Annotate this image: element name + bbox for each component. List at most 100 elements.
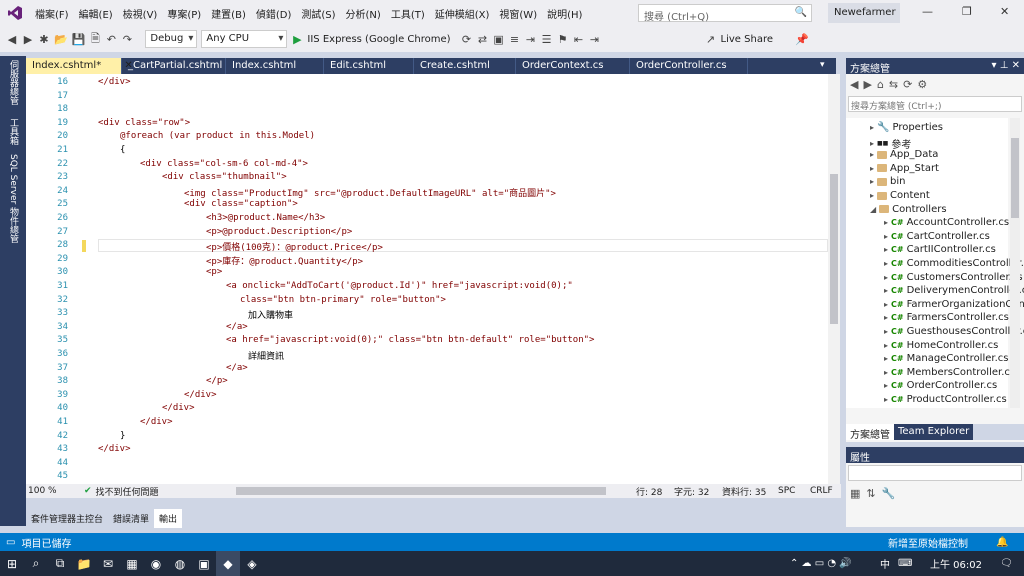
task-view-icon[interactable]: ⧉ [48, 551, 72, 576]
menu-help[interactable]: 說明(H) [547, 6, 582, 21]
tab-index[interactable]: Index.cshtml [226, 58, 324, 74]
refresh-icon[interactable]: ⟳ [903, 78, 912, 91]
properties-object-dropdown[interactable] [848, 465, 1022, 481]
menu-file[interactable]: 檔案(F) [35, 6, 69, 21]
live-share-icon[interactable]: ↗ [705, 33, 717, 46]
expand-arrow-icon[interactable]: ▸ [884, 395, 888, 404]
tab-ordercontext[interactable]: OrderContext.cs [516, 58, 630, 74]
back-icon[interactable]: ◀ [6, 33, 18, 46]
expand-arrow-icon[interactable]: ▸ [870, 139, 874, 148]
undo-icon[interactable]: ↶ [105, 33, 117, 46]
source-control-button[interactable]: 新增至原始檔控制 [888, 535, 968, 550]
live-share-button[interactable]: Live Share [721, 34, 773, 45]
menu-test[interactable]: 測試(S) [301, 6, 335, 21]
menu-tools[interactable]: 工具(T) [391, 6, 425, 21]
tree-item[interactable]: ▸ C# MembersController.cs [884, 367, 1015, 378]
tab-team-explorer[interactable]: Team Explorer [894, 424, 974, 440]
tree-item[interactable]: ▸ 🔧 Properties [870, 122, 943, 133]
sql-explorer-tab[interactable]: SQL Server 物件總管 [7, 154, 20, 243]
line-ending[interactable]: CRLF [810, 486, 833, 496]
scroll-thumb[interactable] [830, 174, 838, 324]
restore-icon[interactable]: ❐ [962, 5, 972, 18]
platform-dropdown[interactable]: Any CPU [201, 30, 288, 48]
issues-text[interactable]: 找不到任何問題 [96, 485, 159, 498]
expand-arrow-icon[interactable]: ▸ [870, 150, 874, 159]
expand-arrow-icon[interactable]: ▸ [870, 177, 874, 186]
categorized-icon[interactable]: ▦ [850, 487, 860, 500]
tree-item[interactable]: ▸ C# HomeController.cs [884, 340, 998, 351]
new-project-icon[interactable]: ✱ [38, 33, 50, 46]
horizontal-scrollbar[interactable] [236, 487, 606, 495]
back-icon[interactable]: ◀ [850, 78, 858, 91]
save-icon[interactable]: 💾 [72, 33, 86, 46]
tab-index-active[interactable]: Index.cshtml* ✕ [26, 58, 133, 74]
close-icon[interactable]: ✕ [1000, 5, 1009, 18]
tab-error-list[interactable]: 錯誤清單 [108, 509, 154, 528]
chrome-icon[interactable]: ◍ [168, 551, 192, 576]
panel-close-icon[interactable]: ▾ ⊥ ✕ [992, 60, 1020, 71]
forward-icon[interactable]: ▶ [863, 78, 871, 91]
expand-arrow-icon[interactable]: ▸ [884, 313, 888, 322]
config-dropdown[interactable]: Debug [145, 30, 198, 48]
filter-icon[interactable]: ⚙ [917, 78, 927, 91]
align-icon[interactable]: ≡ [509, 33, 521, 46]
tree-item[interactable]: ▸ C# ManageController.cs [884, 353, 1008, 364]
expand-arrow-icon[interactable]: ▸ [884, 245, 888, 254]
editor-scrollbar[interactable] [828, 74, 840, 484]
file-explorer-icon[interactable]: 📁 [72, 551, 96, 576]
expand-arrow-icon[interactable]: ▸ [884, 354, 888, 363]
sync-icon[interactable]: ⇆ [889, 78, 898, 91]
expand-arrow-icon[interactable]: ▸ [884, 341, 888, 350]
expand-arrow-icon[interactable]: ▸ [870, 164, 874, 173]
python-icon[interactable]: ◈ [240, 551, 264, 576]
tray-icons[interactable]: ⌃ ☁ ▭ ◔ 🔊 [790, 558, 852, 569]
spacing-mode[interactable]: SPC [778, 486, 795, 496]
tree-item[interactable]: ▸ C# CommoditiesController.cs [884, 258, 1024, 269]
save-all-icon[interactable]: 🗎 [89, 30, 101, 49]
run-button[interactable]: IIS Express (Google Chrome) [307, 34, 450, 45]
expand-arrow-icon[interactable]: ▸ [884, 232, 888, 241]
toolbox-tab[interactable]: 工具箱 [7, 118, 20, 145]
search-icon[interactable]: ⌕ [24, 551, 48, 576]
mail-icon[interactable]: ✉ [96, 551, 120, 576]
tree-item[interactable]: ▸ Content [870, 190, 930, 201]
edge-icon[interactable]: ◉ [144, 551, 168, 576]
tab-solution-explorer[interactable]: 方案總管 [846, 424, 894, 441]
tree-scroll-thumb[interactable] [1011, 138, 1019, 218]
input-language[interactable]: 中 [880, 556, 890, 571]
tab-cartpartial[interactable]: _CartPartial.cshtml [122, 58, 226, 74]
tree-item[interactable]: ▸ App_Data [870, 149, 938, 160]
expand-arrow-icon[interactable]: ▸ [870, 191, 874, 200]
tab-edit[interactable]: Edit.cshtml [324, 58, 414, 74]
bookmark-prev-icon[interactable]: ⇤ [573, 33, 585, 46]
forward-icon[interactable]: ▶ [22, 33, 34, 46]
expanded-arrow-icon[interactable]: ◢ [870, 205, 876, 214]
tree-item[interactable]: ▸ C# CartIIController.cs [884, 244, 996, 255]
menu-edit[interactable]: 編輯(E) [79, 6, 113, 21]
notification-icon[interactable]: 🔔 [996, 537, 1008, 548]
indent-icon[interactable]: ⇥ [525, 33, 537, 46]
windows-start-icon[interactable]: ⊞ [0, 551, 24, 576]
expand-arrow-icon[interactable]: ▸ [870, 123, 874, 132]
play-icon[interactable]: ▶ [291, 33, 303, 46]
bookmark-next-icon[interactable]: ⇥ [589, 33, 601, 46]
minimize-icon[interactable]: — [922, 5, 933, 18]
alphabetical-icon[interactable]: ⇅ [866, 487, 875, 500]
browser-link-icon[interactable]: ⇄ [477, 33, 489, 46]
app-icon[interactable]: ▣ [192, 551, 216, 576]
vs-logo-icon[interactable] [0, 0, 30, 26]
menu-project[interactable]: 專案(P) [167, 6, 201, 21]
tree-item[interactable]: ▸ C# OrderController.cs [884, 380, 997, 391]
tab-ordercontroller[interactable]: OrderController.cs [630, 58, 748, 74]
tree-item[interactable]: ▸C#FarmerOrganizationController.cs [884, 299, 1024, 310]
open-icon[interactable]: 📂 [54, 33, 68, 46]
redo-icon[interactable]: ↷ [121, 33, 133, 46]
clock[interactable]: 上午 06:02 [930, 556, 982, 571]
tab-create[interactable]: Create.cshtml [414, 58, 516, 74]
expand-arrow-icon[interactable]: ▸ [884, 381, 888, 390]
tree-item[interactable]: ▸ bin [870, 176, 905, 187]
menu-window[interactable]: 視窗(W) [499, 6, 537, 21]
screenshot-icon[interactable]: ▣ [493, 33, 505, 46]
solution-search-input[interactable]: 搜尋方案總管 (Ctrl+;) [848, 96, 1022, 112]
menu-extensions[interactable]: 延伸模組(X) [435, 6, 490, 21]
